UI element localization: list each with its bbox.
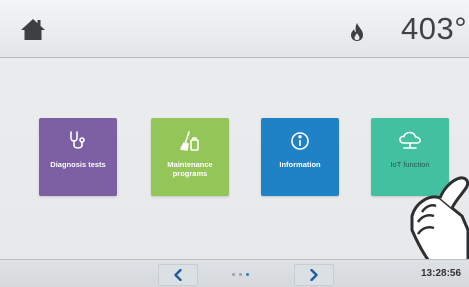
info-icon (290, 130, 310, 152)
header-bar: 403° (0, 0, 469, 58)
tile-label: Information (279, 160, 321, 169)
tile-label: Diagnosis tests (50, 160, 106, 169)
maintenance-programs-tile[interactable]: Maintenance programs (151, 118, 229, 196)
temperature-display: 403° (401, 11, 468, 46)
clock: 13:28:56 (421, 268, 462, 279)
tile-label: Maintenance programs (167, 160, 213, 178)
chevron-right-icon (310, 269, 318, 281)
cloud-icon (398, 130, 422, 152)
chevron-left-icon (174, 269, 182, 281)
flame-icon (348, 21, 366, 43)
page-dot (232, 273, 235, 276)
home-icon (21, 19, 45, 40)
footer-bar: 13:28:56 (0, 259, 469, 287)
pointing-hand-icon (410, 176, 469, 268)
diagnosis-tests-tile[interactable]: Diagnosis tests (39, 118, 117, 196)
page-dot (239, 273, 242, 276)
home-button[interactable] (14, 13, 52, 45)
page-indicator (232, 273, 249, 276)
broom-icon (179, 130, 201, 152)
information-tile[interactable]: Information (261, 118, 339, 196)
previous-page-button[interactable] (158, 264, 198, 286)
page-dot-active (246, 273, 249, 276)
stethoscope-icon (68, 130, 88, 152)
next-page-button[interactable] (294, 264, 334, 286)
furnace-screen: 403° Diagnosis tests Maintenance program… (0, 0, 469, 287)
